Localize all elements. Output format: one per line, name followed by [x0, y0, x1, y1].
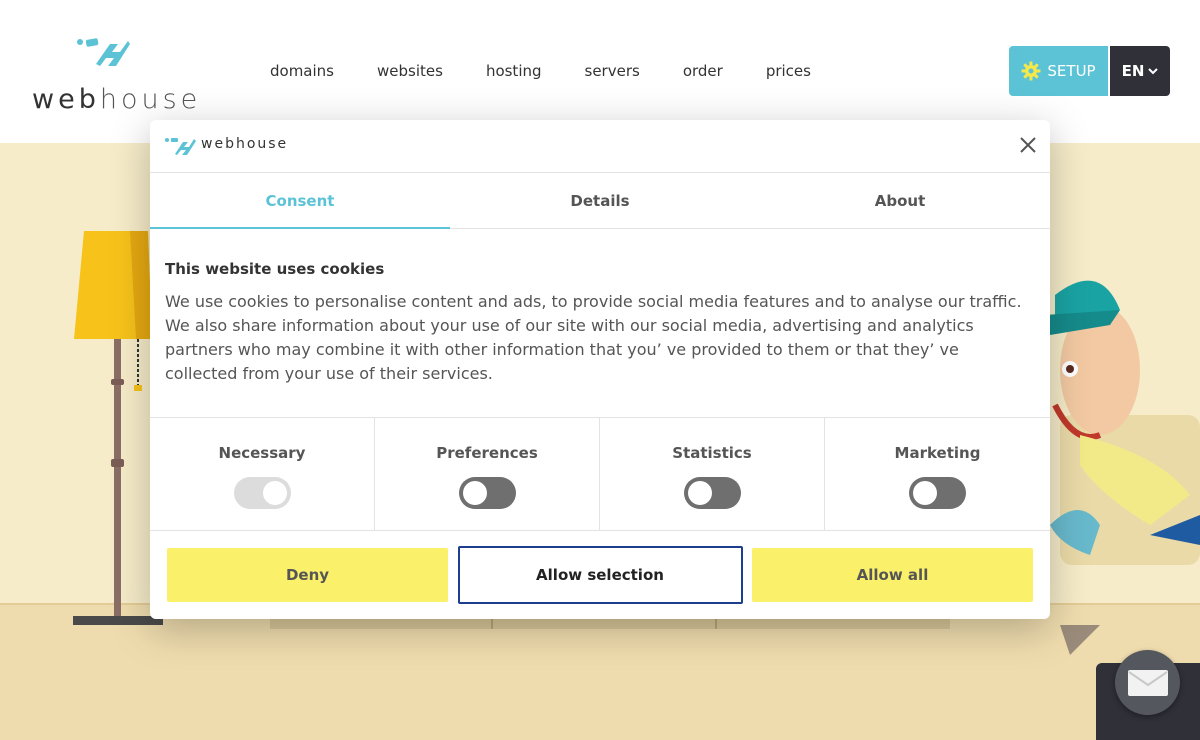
language-selector[interactable]: EN: [1110, 46, 1170, 96]
nav-hosting[interactable]: hosting: [486, 62, 542, 80]
setup-button[interactable]: SETUP: [1009, 46, 1108, 96]
webhouse-logo-mark: [77, 38, 130, 66]
dialog-actions: Deny Allow selection Allow all: [167, 546, 1033, 604]
close-icon: [1020, 137, 1036, 153]
dialog-logo: webhouse: [165, 134, 289, 158]
nav-order[interactable]: order: [683, 62, 723, 80]
preferences-label: Preferences: [436, 444, 538, 462]
cookie-consent-dialog: webhouse Consent Details About This webs…: [150, 120, 1050, 619]
chevron-down-icon: [1148, 68, 1159, 75]
allow-all-button[interactable]: Allow all: [752, 548, 1033, 602]
consent-content: This website uses cookies We use cookies…: [165, 260, 1035, 386]
chat-button[interactable]: [1115, 650, 1180, 715]
gear-icon: [1021, 61, 1041, 81]
statistics-label: Statistics: [672, 444, 752, 462]
statistics-toggle[interactable]: [683, 477, 741, 509]
setup-label: SETUP: [1047, 62, 1096, 80]
tab-details[interactable]: Details: [450, 173, 750, 228]
close-dialog-button[interactable]: [1018, 135, 1038, 155]
category-preferences: Preferences: [375, 418, 600, 530]
marketing-label: Marketing: [894, 444, 981, 462]
logo-wordmark: webhouse: [32, 84, 201, 115]
preferences-toggle[interactable]: [458, 477, 516, 509]
dialog-header: webhouse: [150, 120, 1050, 173]
tab-about[interactable]: About: [750, 173, 1050, 228]
main-nav: domains websites hosting servers order p…: [270, 62, 854, 80]
necessary-label: Necessary: [218, 444, 306, 462]
toggle-knob: [462, 481, 487, 505]
consent-heading: This website uses cookies: [165, 260, 385, 278]
character-illustration: [1045, 280, 1200, 655]
nav-servers[interactable]: servers: [585, 62, 640, 80]
nav-prices[interactable]: prices: [766, 62, 811, 80]
deny-button[interactable]: Deny: [167, 548, 448, 602]
category-statistics: Statistics: [600, 418, 825, 530]
logo-web: web: [32, 84, 100, 115]
toggle-knob: [913, 481, 937, 505]
consent-body: We use cookies to personalise content an…: [165, 292, 1022, 383]
category-marketing: Marketing: [825, 418, 1050, 530]
mail-icon: [1127, 669, 1168, 696]
necessary-toggle: [233, 477, 291, 509]
toggle-knob: [262, 481, 287, 505]
logo-house: house: [99, 84, 202, 115]
dialog-tabs: Consent Details About: [150, 173, 1050, 229]
marketing-toggle[interactable]: [909, 477, 966, 509]
category-necessary: Necessary: [150, 418, 375, 530]
dialog-logo-text: webhouse: [201, 136, 289, 152]
allow-selection-button[interactable]: Allow selection: [457, 546, 743, 604]
tab-consent[interactable]: Consent: [150, 173, 450, 229]
language-label: EN: [1121, 62, 1145, 80]
toggle-knob: [687, 481, 712, 505]
consent-categories: Necessary Preferences Statistics Marketi…: [150, 417, 1050, 531]
webhouse-logo[interactable]: webhouse: [32, 36, 197, 116]
nav-websites[interactable]: websites: [377, 62, 443, 80]
nav-domains[interactable]: domains: [270, 62, 334, 80]
webhouse-logo-mark-small: [165, 138, 196, 155]
